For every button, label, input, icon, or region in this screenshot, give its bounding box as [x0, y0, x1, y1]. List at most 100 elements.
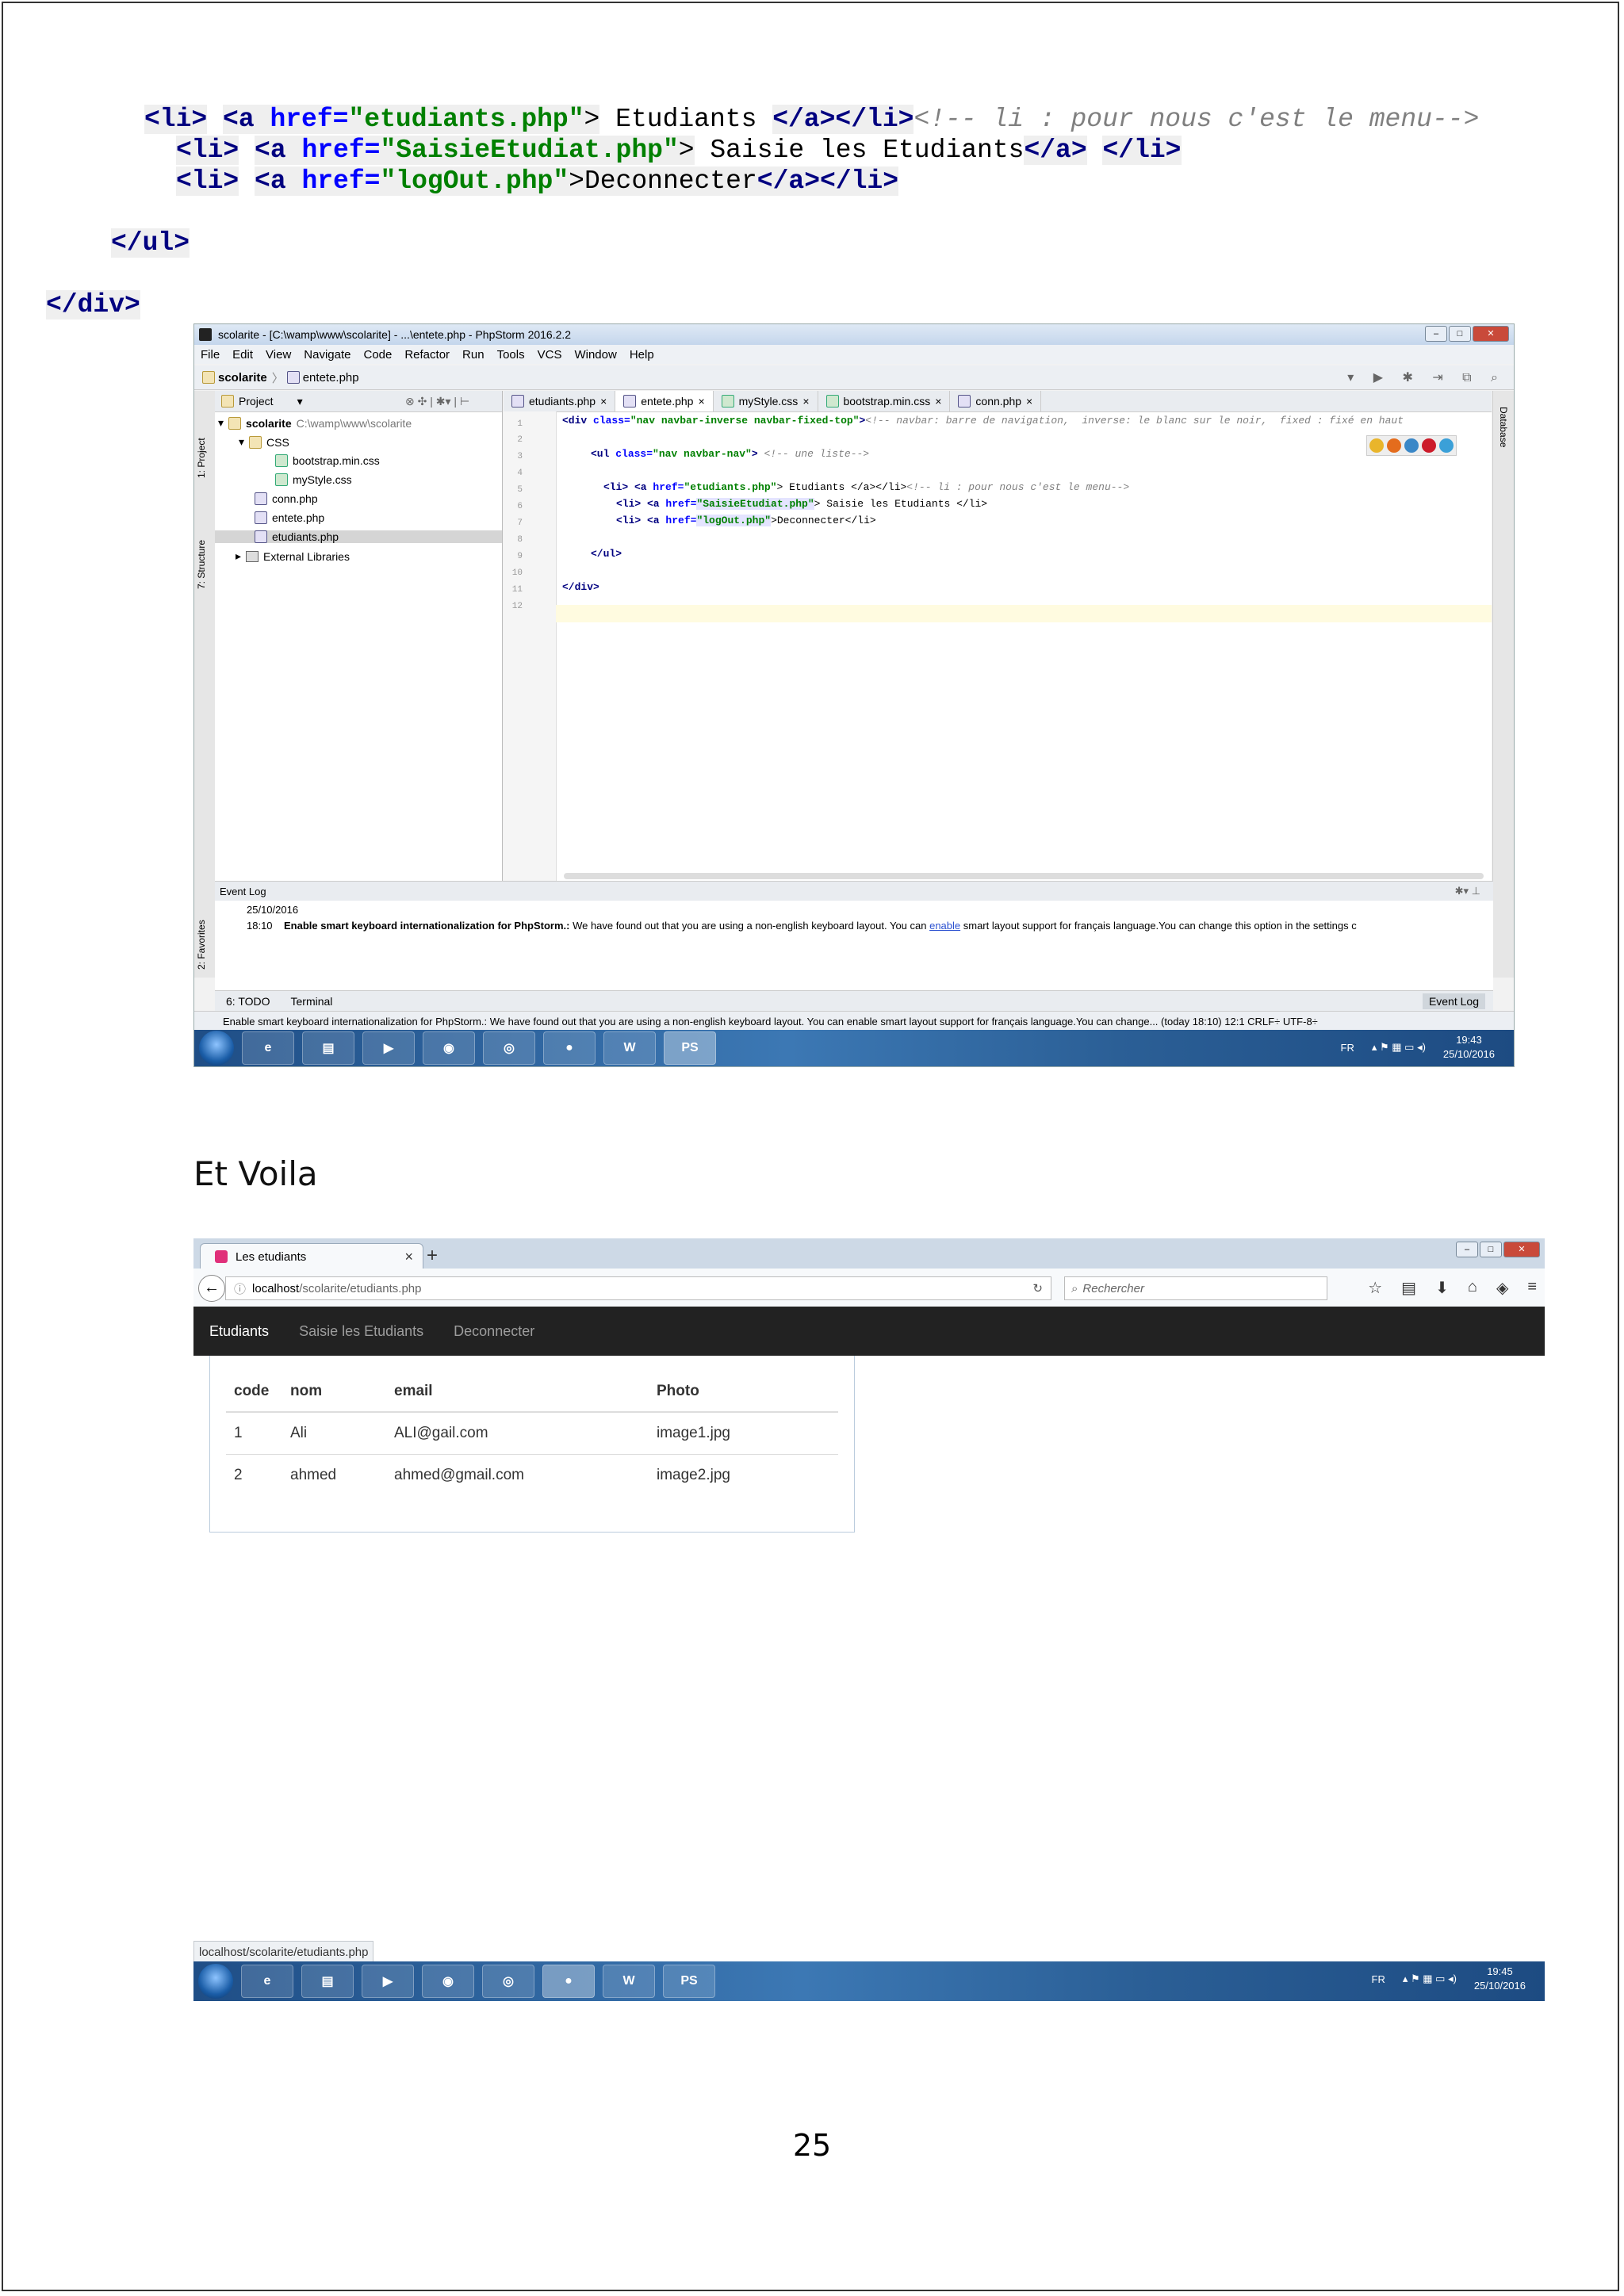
search-input[interactable]: ⌕ Rechercher: [1064, 1276, 1327, 1300]
word-icon[interactable]: W: [603, 1031, 656, 1065]
menu-run[interactable]: Run: [462, 348, 485, 362]
code-editor[interactable]: etudiants.php × entete.php × myStyle.css × …: [504, 391, 1492, 881]
tree-item-entete-php[interactable]: entete.php: [255, 511, 324, 524]
tab-bootstrap-css[interactable]: bootstrap.min.css ×: [818, 391, 951, 411]
firefox-icon[interactable]: ●: [542, 1965, 595, 1998]
menu-code[interactable]: Code: [363, 348, 392, 362]
clock[interactable]: 19:43 25/10/2016: [1443, 1033, 1495, 1062]
menu-help[interactable]: Help: [630, 348, 654, 362]
start-button[interactable]: [199, 1031, 234, 1066]
close-icon[interactable]: ×: [600, 395, 607, 408]
panel-settings-icon[interactable]: ⊗ ✣ | ✱▾ | ⊢: [405, 395, 469, 408]
menu-edit[interactable]: Edit: [232, 348, 253, 362]
tree-item-mystyle-css[interactable]: myStyle.css: [275, 473, 352, 486]
opera-icon[interactable]: [1422, 438, 1436, 453]
terminal-tool-button[interactable]: Terminal: [291, 995, 333, 1008]
tab-entete-php[interactable]: entete.php ×: [615, 391, 714, 411]
ie-icon[interactable]: e: [241, 1965, 293, 1998]
bookmark-star-icon[interactable]: ☆: [1368, 1278, 1382, 1298]
reading-list-icon[interactable]: ▤: [1401, 1278, 1416, 1298]
new-tab-button[interactable]: +: [427, 1245, 438, 1267]
info-icon[interactable]: ⓘ: [234, 1280, 246, 1297]
firefox-icon[interactable]: [1387, 438, 1401, 453]
browser-tab[interactable]: Les etudiants ×: [200, 1243, 423, 1269]
menu-navigate[interactable]: Navigate: [304, 348, 350, 362]
media-player-icon[interactable]: ▶: [362, 1965, 414, 1998]
editor-line-1: <div class="nav navbar-inverse navbar-fi…: [562, 415, 1404, 427]
tree-item-external-libraries[interactable]: ▸ External Libraries: [236, 549, 350, 563]
event-log-tool-button[interactable]: Event Log: [1422, 993, 1485, 1009]
tab-mystyle-css[interactable]: myStyle.css ×: [714, 391, 818, 411]
menu-window[interactable]: Window: [574, 348, 616, 362]
safari-icon[interactable]: [1404, 438, 1419, 453]
breadcrumb-project[interactable]: scolarite: [218, 371, 267, 385]
menu-vcs[interactable]: VCS: [538, 348, 562, 362]
phpstorm-icon[interactable]: PS: [663, 1965, 715, 1998]
settings-icon[interactable]: ✱▾ ⊥: [1455, 885, 1480, 897]
menu-view[interactable]: View: [266, 348, 291, 362]
chrome-icon[interactable]: ◉: [423, 1031, 475, 1065]
menu-icon[interactable]: ≡: [1527, 1278, 1537, 1298]
database-tool-tab[interactable]: Database: [1498, 407, 1509, 447]
close-button[interactable]: ✕: [1473, 326, 1509, 342]
language-indicator[interactable]: FR: [1372, 1973, 1385, 1985]
chrome-icon[interactable]: ◉: [422, 1965, 474, 1998]
home-icon[interactable]: ⌂: [1468, 1278, 1477, 1298]
tree-item-bootstrap-css[interactable]: bootstrap.min.css: [275, 454, 380, 467]
nav-saisie-etudiants[interactable]: Saisie les Etudiants: [299, 1323, 423, 1340]
tree-item-conn-php[interactable]: conn.php: [255, 492, 318, 505]
minimize-button[interactable]: –: [1456, 1242, 1478, 1257]
favorites-tool-tab[interactable]: 2: Favorites: [196, 920, 207, 970]
firefox-icon[interactable]: ●: [543, 1031, 596, 1065]
project-tool-tab[interactable]: 1: Project: [196, 438, 207, 478]
close-icon[interactable]: ×: [698, 395, 704, 408]
breadcrumb-file[interactable]: entete.php: [303, 371, 359, 385]
editor-line-7: <li> <a href="logOut.php">Deconnecter</l…: [616, 515, 876, 526]
project-panel-label[interactable]: Project: [239, 395, 274, 408]
tray-icons[interactable]: ▴ ⚑ ▦ ▭ ◂): [1372, 1041, 1426, 1054]
maximize-button[interactable]: □: [1480, 1242, 1502, 1257]
close-icon[interactable]: ×: [1026, 395, 1032, 408]
structure-tool-tab[interactable]: 7: Structure: [196, 540, 207, 589]
nav-etudiants[interactable]: Etudiants: [209, 1323, 269, 1340]
app-icon[interactable]: ◎: [482, 1965, 534, 1998]
menu-refactor[interactable]: Refactor: [404, 348, 450, 362]
menu-file[interactable]: File: [201, 348, 220, 362]
enable-link[interactable]: enable: [929, 920, 960, 932]
back-button[interactable]: ←: [198, 1275, 225, 1302]
phpstorm-icon[interactable]: PS: [664, 1031, 716, 1065]
nav-deconnecter[interactable]: Deconnecter: [454, 1323, 534, 1340]
minimize-button[interactable]: –: [1425, 326, 1447, 342]
start-button[interactable]: [198, 1964, 233, 1999]
todo-tool-button[interactable]: 6: TODO: [226, 995, 270, 1008]
reload-icon[interactable]: ↻: [1032, 1281, 1043, 1295]
tab-etudiants-php[interactable]: etudiants.php ×: [504, 391, 616, 411]
tree-item-css[interactable]: ▾ CSS: [239, 435, 289, 449]
event-log-header: Event Log ✱▾ ⊥: [215, 882, 1493, 901]
media-player-icon[interactable]: ▶: [362, 1031, 415, 1065]
tree-item-etudiants-php[interactable]: etudiants.php: [215, 530, 502, 543]
close-icon[interactable]: ×: [404, 1249, 413, 1265]
pocket-icon[interactable]: ◈: [1496, 1278, 1508, 1298]
address-bar[interactable]: ⓘ localhost/scolarite/etudiants.php ↻: [225, 1276, 1051, 1300]
chevron-down-icon[interactable]: ▾: [297, 395, 303, 408]
tree-item-scolarite[interactable]: ▾ scolarite C:\wamp\www\scolarite: [218, 416, 412, 430]
app-icon[interactable]: ◎: [483, 1031, 535, 1065]
tray-icons[interactable]: ▴ ⚑ ▦ ▭ ◂): [1403, 1973, 1457, 1985]
tab-conn-php[interactable]: conn.php ×: [950, 391, 1042, 411]
close-icon[interactable]: ×: [802, 395, 809, 408]
chrome-icon[interactable]: [1369, 438, 1384, 453]
language-indicator[interactable]: FR: [1341, 1042, 1354, 1054]
maximize-button[interactable]: □: [1449, 326, 1471, 342]
download-icon[interactable]: ⬇: [1435, 1278, 1449, 1298]
menu-tools[interactable]: Tools: [497, 348, 525, 362]
explorer-icon[interactable]: ▤: [302, 1031, 354, 1065]
explorer-icon[interactable]: ▤: [301, 1965, 354, 1998]
clock[interactable]: 19:45 25/10/2016: [1474, 1965, 1526, 1993]
close-icon[interactable]: ×: [935, 395, 941, 408]
ie-icon[interactable]: [1439, 438, 1454, 453]
word-icon[interactable]: W: [603, 1965, 655, 1998]
close-button[interactable]: ✕: [1503, 1242, 1540, 1257]
editor-horizontal-scrollbar[interactable]: [564, 873, 1484, 879]
ie-icon[interactable]: e: [242, 1031, 294, 1065]
